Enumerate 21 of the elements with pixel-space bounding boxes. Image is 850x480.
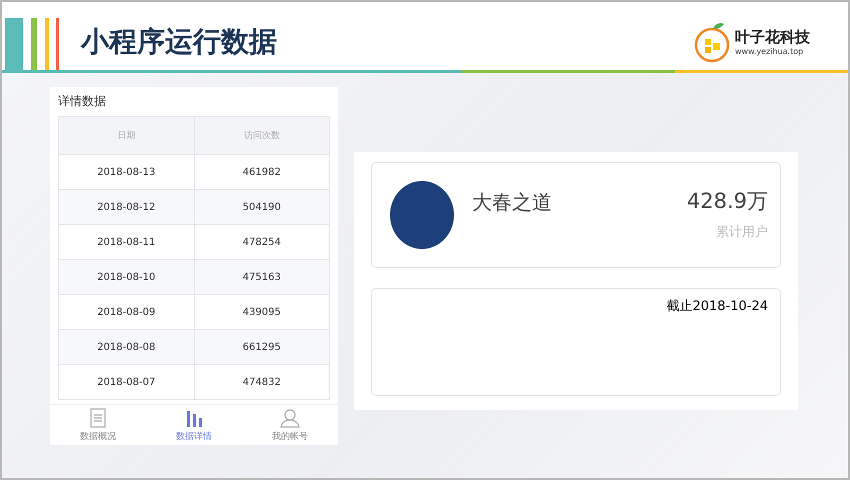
table-cell-text: 2018-08-12 [96, 200, 156, 214]
user-total: 428.9万 [686, 188, 768, 215]
table-cell-text: 2018-08-13 [96, 166, 156, 180]
fruit-logo-icon [693, 21, 731, 63]
logo-url: www.yezihua.top [735, 47, 804, 56]
table-cell-text: 2018-08-07 [96, 376, 156, 390]
user-total-label: 累计用户 [715, 224, 768, 241]
accent-stripes [5, 18, 59, 70]
person-icon [280, 408, 300, 428]
table-cell-text: 2018-08-10 [96, 270, 156, 284]
table-cell-text: 2018-08-09 [96, 306, 156, 320]
slide-title: 小程序运行数据 [81, 24, 277, 60]
table-cell: 474832 [194, 365, 329, 399]
document-icon [88, 408, 108, 428]
profile-name: 大春之道 [472, 189, 552, 216]
table-cell-text: 2018-08-11 [96, 236, 156, 250]
table-cell-text: 2018-08-08 [96, 340, 156, 354]
section-heading: 详情数据 [57, 93, 107, 110]
logo-name: 叶子花科技 [735, 28, 810, 47]
column-header: 日期 [116, 130, 136, 143]
date-note: 截止2018-10-24 [666, 298, 768, 315]
